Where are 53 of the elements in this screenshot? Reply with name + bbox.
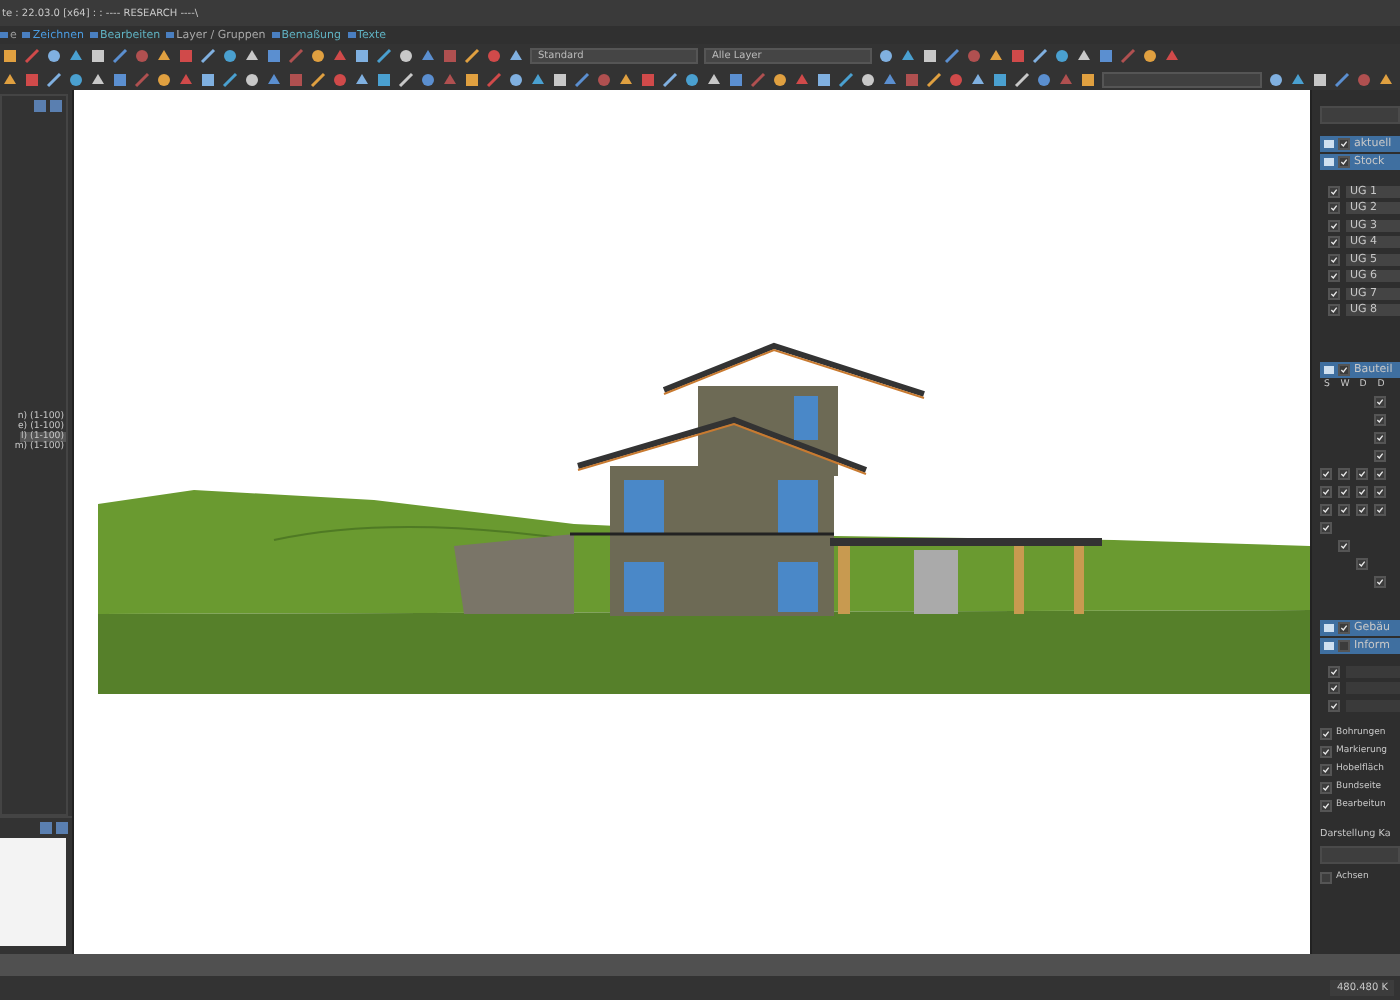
checkbox[interactable] bbox=[1328, 304, 1340, 317]
menu-icon bbox=[89, 32, 98, 38]
checkbox[interactable] bbox=[1320, 781, 1332, 793]
input-field[interactable] bbox=[1320, 845, 1400, 863]
checkbox[interactable] bbox=[1374, 414, 1386, 426]
menu-icon bbox=[347, 32, 356, 38]
checkbox[interactable] bbox=[1320, 486, 1332, 498]
checkbox[interactable] bbox=[1374, 486, 1386, 498]
checkbox[interactable] bbox=[1328, 699, 1340, 712]
checkbox[interactable] bbox=[1328, 185, 1340, 198]
checkbox[interactable] bbox=[1328, 287, 1340, 300]
checkbox[interactable] bbox=[1356, 558, 1368, 570]
menu-icon bbox=[0, 32, 8, 38]
checkbox[interactable] bbox=[1356, 486, 1368, 498]
checkbox[interactable] bbox=[1320, 763, 1332, 775]
checkbox[interactable] bbox=[1328, 219, 1340, 232]
checkbox[interactable] bbox=[1328, 202, 1340, 215]
input-field[interactable] bbox=[1320, 106, 1400, 124]
checkbox[interactable] bbox=[1328, 270, 1340, 283]
checkbox[interactable] bbox=[1328, 665, 1340, 678]
checkbox[interactable] bbox=[1328, 253, 1340, 266]
checkbox[interactable] bbox=[1356, 504, 1368, 516]
input-field[interactable] bbox=[1102, 71, 1262, 87]
checkbox[interactable] bbox=[1338, 540, 1350, 552]
checkbox[interactable] bbox=[1374, 468, 1386, 480]
checkbox[interactable] bbox=[1338, 640, 1350, 652]
checkbox[interactable] bbox=[1338, 504, 1350, 516]
checkbox[interactable] bbox=[1320, 799, 1332, 811]
checkbox[interactable] bbox=[1374, 504, 1386, 516]
checkbox[interactable] bbox=[1338, 486, 1350, 498]
checkbox[interactable] bbox=[1320, 522, 1332, 534]
menu-icon bbox=[166, 32, 175, 38]
checkbox[interactable] bbox=[1374, 576, 1386, 588]
checkbox[interactable] bbox=[1328, 236, 1340, 249]
checkbox[interactable] bbox=[1328, 682, 1340, 695]
preview-panel bbox=[0, 838, 66, 946]
checkbox[interactable] bbox=[1374, 450, 1386, 462]
checkbox[interactable] bbox=[1338, 156, 1350, 168]
checkbox[interactable] bbox=[1320, 745, 1332, 757]
menu-icon bbox=[22, 32, 31, 38]
checkbox[interactable] bbox=[1338, 364, 1350, 376]
checkbox[interactable] bbox=[1320, 727, 1332, 739]
checkbox[interactable] bbox=[1338, 468, 1350, 480]
folder-icon bbox=[1324, 366, 1334, 374]
menu-icon bbox=[271, 32, 280, 38]
checkbox[interactable] bbox=[1320, 871, 1332, 883]
checkbox[interactable] bbox=[1374, 432, 1386, 444]
checkbox[interactable] bbox=[1338, 138, 1350, 150]
checkbox[interactable] bbox=[1320, 504, 1332, 516]
checkbox[interactable] bbox=[1338, 622, 1350, 634]
checkbox[interactable] bbox=[1320, 468, 1332, 480]
checkbox[interactable] bbox=[1374, 396, 1386, 408]
checkbox[interactable] bbox=[1356, 468, 1368, 480]
